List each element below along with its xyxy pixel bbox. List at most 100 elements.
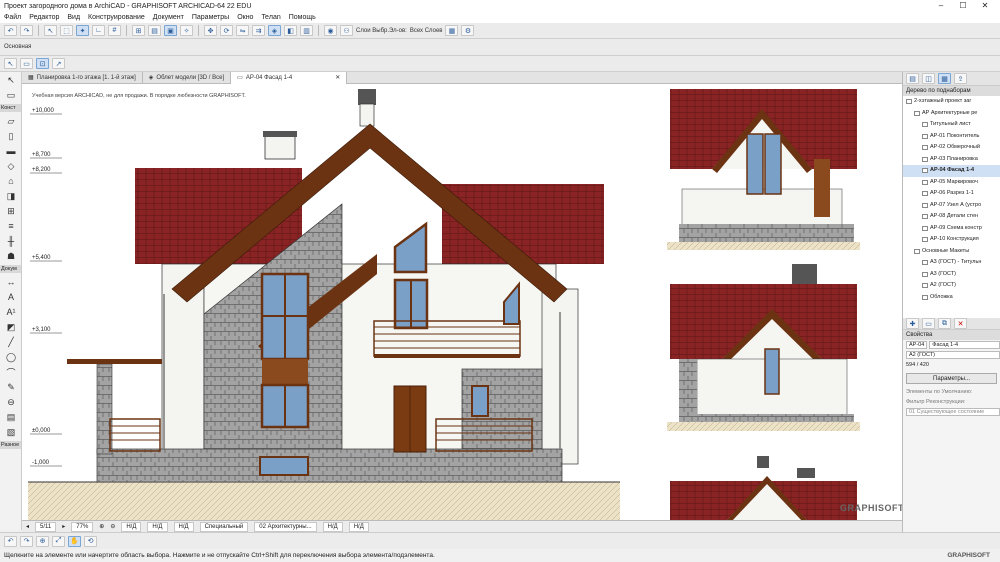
toolbox-group-more[interactable]: Разное <box>0 441 21 449</box>
redo-icon[interactable]: ↷ <box>20 535 33 547</box>
roof-tool-icon[interactable]: ⌂ <box>2 174 20 188</box>
clone-icon[interactable]: ⧉ <box>938 318 951 329</box>
project-map-icon[interactable]: ▤ <box>906 73 919 84</box>
nd-field-1[interactable]: Н/Д <box>121 521 142 532</box>
toolbox-group-document[interactable]: Докум <box>0 265 21 273</box>
polyline-tool-icon[interactable]: ⌒ <box>2 365 20 379</box>
menu-item[interactable]: Документ <box>153 14 184 21</box>
layout-book-icon[interactable]: ▦ <box>938 73 951 84</box>
folder-icon[interactable]: ▭ <box>922 318 935 329</box>
special-field[interactable]: Специальный <box>199 521 249 532</box>
rotate-icon[interactable]: ⟳ <box>220 25 233 36</box>
figure-tool-icon[interactable]: ▤ <box>2 410 20 424</box>
elevation-icon[interactable]: ▥ <box>300 25 313 36</box>
tree-item[interactable]: Титульный лист <box>903 119 1000 131</box>
selection-icon[interactable]: ⊡ <box>36 58 49 69</box>
tree-item[interactable]: А2 (ГОСТ) <box>903 280 1000 292</box>
orbit-icon[interactable]: ⟲ <box>84 535 97 547</box>
pointer-icon[interactable]: ↖ <box>4 58 17 69</box>
tree-item[interactable]: АР-07 Узел А (устро <box>903 200 1000 212</box>
wall-tool-icon[interactable]: ▱ <box>2 114 20 128</box>
delete-icon[interactable]: ✕ <box>954 318 967 329</box>
drawing-canvas[interactable]: Учебная версия ARCHICAD, не для продажи.… <box>22 84 902 520</box>
minimize-icon[interactable]: – <box>930 0 952 12</box>
line-tool-icon[interactable]: ╱ <box>2 335 20 349</box>
tab-facade[interactable]: ▭ АР-04 Фасад 1-4 ✕ <box>231 72 348 84</box>
layers-icon[interactable]: ▤ <box>148 25 161 36</box>
snap-icon[interactable]: ✦ <box>76 25 89 36</box>
menu-item[interactable]: Параметры <box>192 14 229 21</box>
text-tool-icon[interactable]: A <box>2 290 20 304</box>
zoom-out-icon[interactable]: ⊖ <box>110 523 115 530</box>
tree-item[interactable]: А3 (ГОСТ) <box>903 269 1000 281</box>
3d-view-icon[interactable]: ◈ <box>268 25 281 36</box>
grid-icon[interactable]: # <box>108 25 121 36</box>
layout-name-field[interactable]: Фасад 1-4 <box>929 341 1000 349</box>
zoom-field[interactable]: 77% <box>71 521 94 532</box>
settings-button[interactable]: Параметры... <box>906 373 997 384</box>
nd-field-2[interactable]: Н/Д <box>147 521 168 532</box>
menu-item[interactable]: Редактор <box>29 14 59 21</box>
guide-icon[interactable]: ∟ <box>92 25 105 36</box>
suspend-groups-icon[interactable]: ▣ <box>164 25 177 36</box>
zoom-icon[interactable]: ⊕ <box>36 535 49 547</box>
trace-icon[interactable]: ⊞ <box>132 25 145 36</box>
pan-icon[interactable]: ✋ <box>68 535 81 547</box>
railing-tool-icon[interactable]: ╫ <box>2 234 20 248</box>
tree-item[interactable]: АР-04 Фасад 1-4 <box>903 165 1000 177</box>
window-tool-icon[interactable]: ⊞ <box>2 204 20 218</box>
nd-field-5[interactable]: Н/Д <box>348 521 369 532</box>
door-tool-icon[interactable]: ◨ <box>2 189 20 203</box>
toolbox-group-construct[interactable]: Конст <box>0 104 21 112</box>
layout-id-field[interactable]: АР-04 <box>906 341 928 349</box>
view-field[interactable]: 02 Архитектурны... <box>254 521 317 532</box>
tree-item[interactable]: АР-05 Маркировоч <box>903 177 1000 189</box>
reconstruction-filter-select[interactable]: 01 Существующее состояние <box>906 408 1000 416</box>
tree-item[interactable]: А3 (ГОСТ) - Титульн <box>903 257 1000 269</box>
tree-item[interactable]: Обложка <box>903 292 1000 304</box>
tree-item[interactable]: АР-06 Разрез 1-1 <box>903 188 1000 200</box>
move-icon[interactable]: ✥ <box>204 25 217 36</box>
marquee-tool-icon[interactable]: ▭ <box>2 88 20 102</box>
label-tool-icon[interactable]: A¹ <box>2 305 20 319</box>
slab-tool-icon[interactable]: ◇ <box>2 159 20 173</box>
tree-item[interactable]: АР-10 Конструкция <box>903 234 1000 246</box>
render-icon[interactable]: ◉ <box>324 25 337 36</box>
tree-item[interactable]: АР-01 Поконтитель <box>903 131 1000 143</box>
new-layout-icon[interactable]: ✚ <box>906 318 919 329</box>
marquee-tool-icon[interactable]: ▭ <box>20 58 33 69</box>
fit-icon[interactable]: ⤢ <box>52 535 65 547</box>
undo-icon[interactable]: ↶ <box>4 535 17 547</box>
redo-icon[interactable]: ↷ <box>20 25 33 36</box>
menu-item[interactable]: Помощь <box>289 14 316 21</box>
arc-tool-icon[interactable]: ◯ <box>2 350 20 364</box>
maximize-icon[interactable]: ☐ <box>952 0 974 12</box>
menu-item[interactable]: Файл <box>4 14 21 21</box>
page-counter[interactable]: 5/11 <box>35 521 57 532</box>
nd-field-3[interactable]: Н/Д <box>173 521 194 532</box>
section-icon[interactable]: ◧ <box>284 25 297 36</box>
menu-item[interactable]: Вид <box>67 14 80 21</box>
beam-tool-icon[interactable]: ▬ <box>2 144 20 158</box>
menu-item[interactable]: Teлan <box>261 14 280 21</box>
close-tab-icon[interactable]: ✕ <box>335 72 340 84</box>
tree-item[interactable]: АР Архитектурные ре <box>903 108 1000 120</box>
fill-tool-icon[interactable]: ◩ <box>2 320 20 334</box>
arrow-icon[interactable]: ↖ <box>44 25 57 36</box>
tree-item[interactable]: 2-хэтажный проект заг <box>903 96 1000 108</box>
arrow-tool-icon[interactable]: ↖ <box>2 73 20 87</box>
nav-first-icon[interactable]: ◂ <box>26 523 29 530</box>
publisher-icon[interactable]: ⇪ <box>954 73 967 84</box>
teamwork-icon[interactable]: ⚇ <box>340 25 353 36</box>
close-icon[interactable]: ✕ <box>974 0 996 12</box>
tab-floor-plan[interactable]: ▦ Планировка 1-го этажа [1. 1-й этаж] <box>22 72 143 84</box>
drawing-tool-icon[interactable]: ✎ <box>2 380 20 394</box>
stair-tool-icon[interactable]: ≡ <box>2 219 20 233</box>
object-tool-icon[interactable]: ☗ <box>2 249 20 263</box>
offset-icon[interactable]: ⇉ <box>252 25 265 36</box>
column-tool-icon[interactable]: ▯ <box>2 129 20 143</box>
worksheet-tool-icon[interactable]: ▧ <box>2 425 20 439</box>
master-layout-select[interactable]: А2 (ГОСТ) <box>906 351 1000 359</box>
section-tool-icon[interactable]: ⊖ <box>2 395 20 409</box>
undo-icon[interactable]: ↶ <box>4 25 17 36</box>
